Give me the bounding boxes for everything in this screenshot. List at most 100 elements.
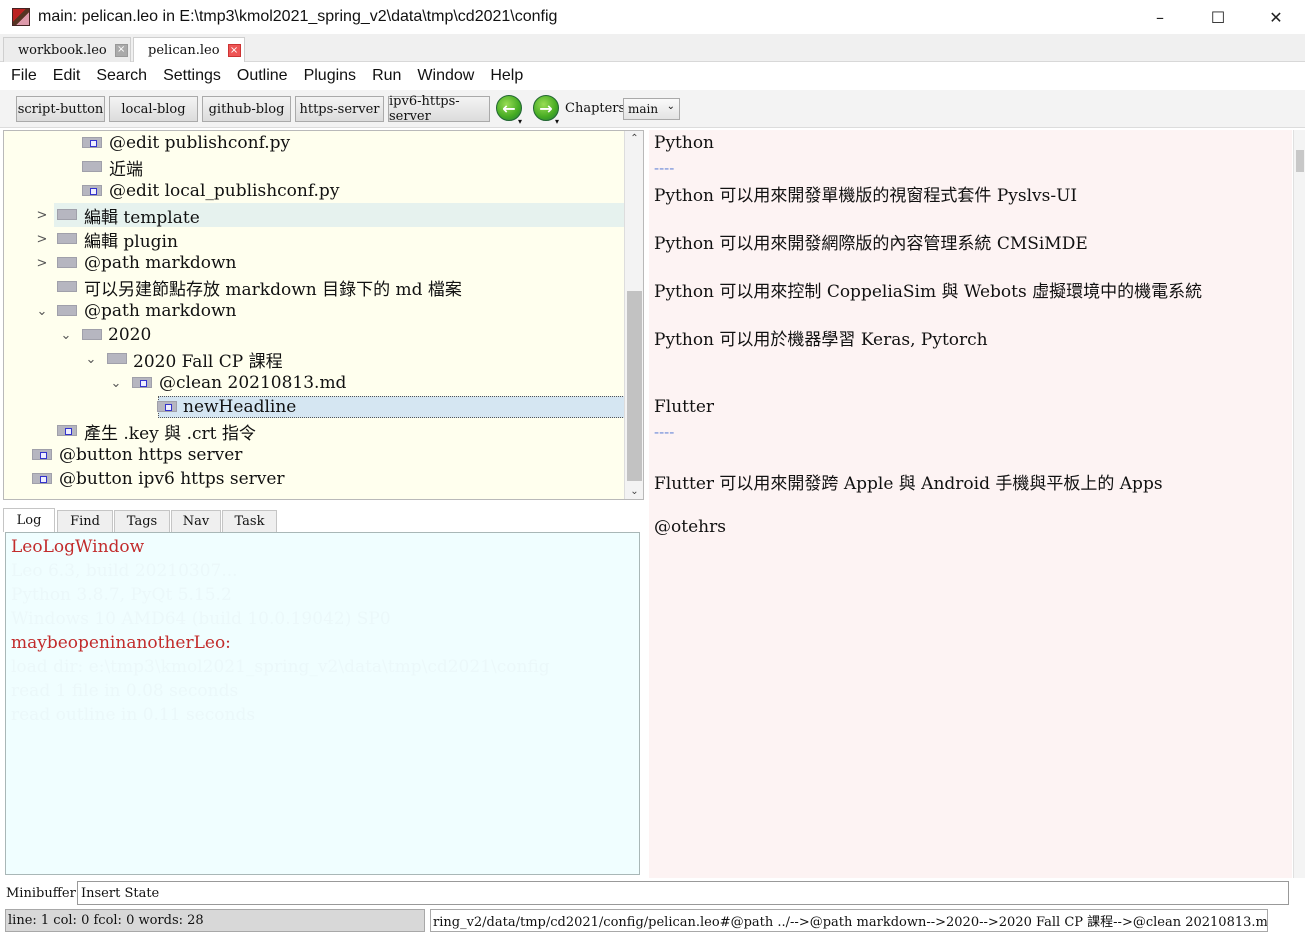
menu-plugins[interactable]: Plugins	[296, 67, 364, 85]
scroll-thumb[interactable]	[627, 291, 642, 481]
tree-node[interactable]: ⌄ 2020	[4, 323, 624, 347]
tab-pelican-leo[interactable]: pelican.leo ×	[133, 37, 245, 63]
menu-help[interactable]: Help	[482, 67, 531, 85]
node-icon	[57, 257, 77, 268]
node-headline: @clean 20210813.md	[159, 373, 347, 393]
status-line-info: line: 1 col: 0 fcol: 0 words: 28	[5, 909, 425, 932]
body-line: @otehrs	[654, 517, 726, 537]
menu-edit[interactable]: Edit	[45, 67, 89, 85]
body-scrollbar[interactable]	[1293, 130, 1305, 878]
scroll-down-icon[interactable]: ⌄	[625, 486, 643, 497]
chevron-down-icon[interactable]: ⌄	[108, 376, 124, 391]
tree-node[interactable]: @button https server	[4, 443, 624, 467]
node-headline: @edit local_publishconf.py	[109, 181, 340, 201]
menu-window[interactable]: Window	[409, 67, 482, 85]
node-icon	[157, 401, 177, 412]
back-history-caret-icon[interactable]: ▾	[518, 117, 522, 126]
scroll-up-icon[interactable]: ⌃	[625, 133, 643, 144]
chevron-down-icon[interactable]: ⌄	[83, 352, 99, 367]
node-icon	[82, 185, 102, 196]
tab-close-icon[interactable]: ×	[114, 43, 128, 57]
node-headline: newHeadline	[158, 396, 638, 418]
tab-task[interactable]: Task	[222, 510, 277, 532]
body-line: Flutter 可以用來開發跨 Apple 與 Android 手機與平板上的 …	[654, 474, 1163, 494]
tree-node[interactable]: ⌄ @path markdown	[4, 299, 624, 323]
github-blog-button[interactable]: github-blog	[202, 96, 291, 122]
tree-node[interactable]: > 編輯 plugin	[4, 227, 624, 252]
body-line: Flutter	[654, 397, 715, 417]
body-line: Python 可以用於機器學習 Keras, Pytorch	[654, 330, 988, 350]
ipv6-https-server-button[interactable]: ipv6-https-server	[388, 94, 490, 124]
node-icon	[57, 233, 77, 244]
tree-node[interactable]: ⌄ 2020 Fall CP 課程	[4, 347, 624, 372]
menu-run[interactable]: Run	[364, 67, 409, 85]
tree-node[interactable]: @edit publishconf.py	[4, 131, 624, 155]
body-line: ----	[654, 423, 675, 441]
tab-nav[interactable]: Nav	[171, 510, 221, 532]
tree-node-selected[interactable]: newHeadline	[4, 395, 638, 419]
tab-label: pelican.leo	[148, 43, 220, 58]
close-button[interactable]: ✕	[1247, 0, 1305, 34]
document-tabs: workbook.leo × pelican.leo ×	[0, 34, 1305, 63]
node-icon	[107, 353, 127, 364]
minibuffer-input[interactable]: Insert State	[77, 881, 1289, 905]
tree-node[interactable]: @edit local_publishconf.py	[4, 179, 624, 203]
log-pane[interactable]: LeoLogWindow Leo 6.3, build 20210307... …	[5, 532, 640, 875]
node-headline: 產生 .key 與 .crt 指令	[84, 423, 256, 444]
node-icon	[57, 425, 77, 436]
minimize-button[interactable]: –	[1131, 0, 1189, 34]
menu-search[interactable]: Search	[88, 67, 155, 85]
tab-log[interactable]: Log	[3, 508, 55, 532]
minibuffer-label: Minibuffer:	[6, 886, 81, 901]
chevron-down-icon[interactable]: ⌄	[58, 328, 74, 343]
tab-workbook-leo[interactable]: workbook.leo ×	[3, 37, 131, 62]
local-blog-button[interactable]: local-blog	[109, 96, 198, 122]
chevron-down-icon[interactable]: ⌄	[34, 304, 50, 319]
title-bar: main: pelican.leo in E:\tmp3\kmol2021_sp…	[0, 0, 1305, 34]
maximize-button[interactable]: ☐	[1189, 0, 1247, 34]
tree-node[interactable]: > 編輯 template	[37, 203, 624, 228]
chevron-right-icon[interactable]: >	[34, 256, 50, 271]
tree-node[interactable]: 近端	[4, 155, 624, 180]
log-line: Python 3.8.7, PyQt 5.15.2	[11, 585, 232, 605]
tree-node[interactable]: 可以另建節點存放 markdown 目錄下的 md 檔案	[4, 275, 624, 300]
chevron-right-icon[interactable]: >	[34, 208, 50, 223]
tab-find[interactable]: Find	[57, 510, 113, 532]
menu-file[interactable]: File	[3, 67, 45, 85]
node-headline: 編輯 template	[84, 207, 200, 228]
chapters-select[interactable]: main ⌄	[623, 98, 680, 120]
script-button[interactable]: script-button	[16, 96, 105, 122]
node-headline: 2020	[108, 325, 152, 345]
tree-node[interactable]: ⌄ @clean 20210813.md	[4, 371, 624, 395]
chapters-value: main	[628, 102, 659, 116]
menu-settings[interactable]: Settings	[155, 67, 229, 85]
log-line: Windows 10 AMD64 (build 10.0.19042) SP0	[11, 609, 391, 629]
tree-node[interactable]: 產生 .key 與 .crt 指令	[4, 419, 624, 444]
outline-pane[interactable]: @edit publishconf.py 近端 @edit local_publ…	[3, 130, 644, 500]
tree-node[interactable]: @button ipv6 https server	[4, 467, 624, 491]
chevron-right-icon[interactable]: >	[34, 232, 50, 247]
body-editor[interactable]: Python ---- Python 可以用來開發單機版的視窗程式套件 Pysl…	[649, 130, 1292, 878]
forward-history-caret-icon[interactable]: ▾	[555, 117, 559, 126]
tab-close-icon[interactable]: ×	[227, 44, 241, 57]
node-icon	[32, 473, 52, 484]
node-icon	[132, 377, 152, 388]
log-line: Leo 6.3, build 20210307...	[11, 561, 238, 581]
node-icon	[57, 281, 77, 292]
log-line: load dir: e:\tmp3\kmol2021_spring_v2\dat…	[11, 657, 550, 677]
scroll-thumb[interactable]	[1296, 150, 1304, 172]
https-server-button[interactable]: https-server	[295, 96, 384, 122]
outline-scrollbar[interactable]: ⌃ ⌄	[624, 131, 643, 499]
toolbar: script-button local-blog github-blog htt…	[0, 90, 1305, 128]
node-icon	[82, 137, 102, 148]
menu-outline[interactable]: Outline	[229, 67, 296, 85]
node-headline: @button https server	[59, 445, 243, 465]
node-headline: 近端	[109, 159, 143, 180]
tree-node[interactable]: > @path markdown	[4, 251, 624, 275]
status-node-path: ring_v2/data/tmp/cd2021/config/pelican.l…	[430, 909, 1268, 932]
body-line: ----	[654, 159, 675, 177]
node-headline: @path markdown	[84, 253, 237, 273]
node-icon	[32, 449, 52, 460]
log-line: LeoLogWindow	[11, 537, 145, 557]
tab-tags[interactable]: Tags	[114, 510, 170, 532]
